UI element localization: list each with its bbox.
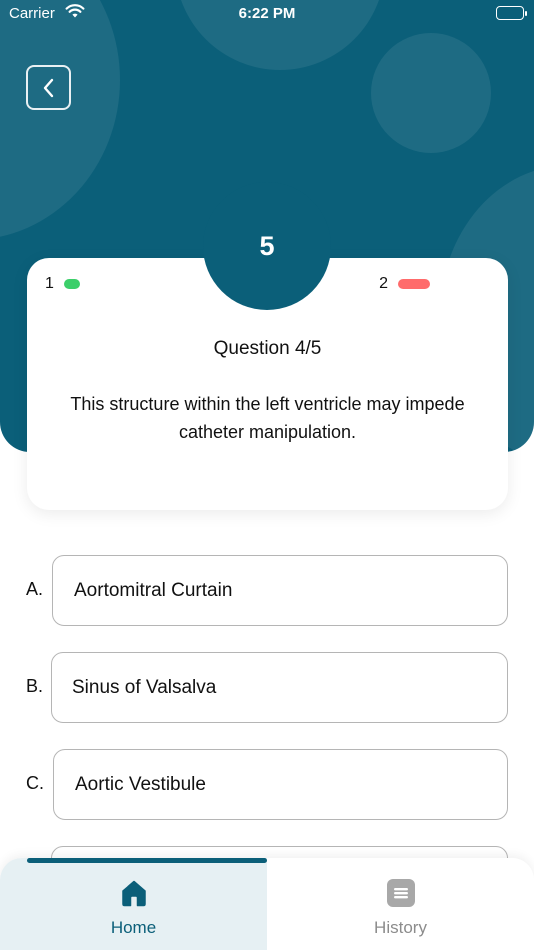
option-text: Aortomitral Curtain xyxy=(74,579,233,601)
active-tab-indicator xyxy=(27,858,267,863)
chevron-left-icon xyxy=(43,78,53,97)
question-number: Question 4/5 xyxy=(213,338,322,359)
correct-indicator xyxy=(63,279,80,289)
remaining-counter: 5 xyxy=(203,182,331,310)
correct-score: 1 xyxy=(45,275,80,293)
status-bar: Carrier 6:22 PM xyxy=(0,0,534,28)
clock: 6:22 PM xyxy=(238,5,296,22)
option-letter: A. xyxy=(26,579,44,599)
battery-icon xyxy=(496,6,527,20)
decor-bubble xyxy=(371,33,491,153)
answer-button-c[interactable]: Aortic Vestibule xyxy=(53,749,508,820)
answer-option-a: A. Aortomitral Curtain xyxy=(0,555,534,627)
tab-history-label: History xyxy=(374,918,427,937)
remaining-count: 5 xyxy=(259,230,275,261)
correct-count: 1 xyxy=(45,275,54,292)
wrong-count: 2 xyxy=(379,275,388,292)
tab-bar: Home History xyxy=(0,858,534,950)
option-text: Sinus of Valsalva xyxy=(72,676,217,698)
tab-home-label: Home xyxy=(110,918,157,937)
option-letter: B. xyxy=(26,676,44,696)
tab-history[interactable]: History xyxy=(267,858,534,950)
answer-button-b[interactable]: Sinus of Valsalva xyxy=(51,652,508,723)
back-button[interactable] xyxy=(26,65,71,110)
tab-home[interactable]: Home xyxy=(0,858,267,950)
answer-option-b: B. Sinus of Valsalva xyxy=(0,652,534,724)
option-letter: C. xyxy=(26,773,44,793)
home-icon xyxy=(121,880,146,907)
wrong-indicator xyxy=(398,279,430,289)
list-icon xyxy=(386,879,415,907)
wrong-score: 2 xyxy=(379,275,430,293)
option-text: Aortic Vestibule xyxy=(75,773,206,795)
answer-button-a[interactable]: Aortomitral Curtain xyxy=(52,555,508,626)
answer-option-c: C. Aortic Vestibule xyxy=(0,749,534,821)
question-text: This structure within the left ventricle… xyxy=(70,394,465,442)
decor-bubble xyxy=(0,0,120,240)
